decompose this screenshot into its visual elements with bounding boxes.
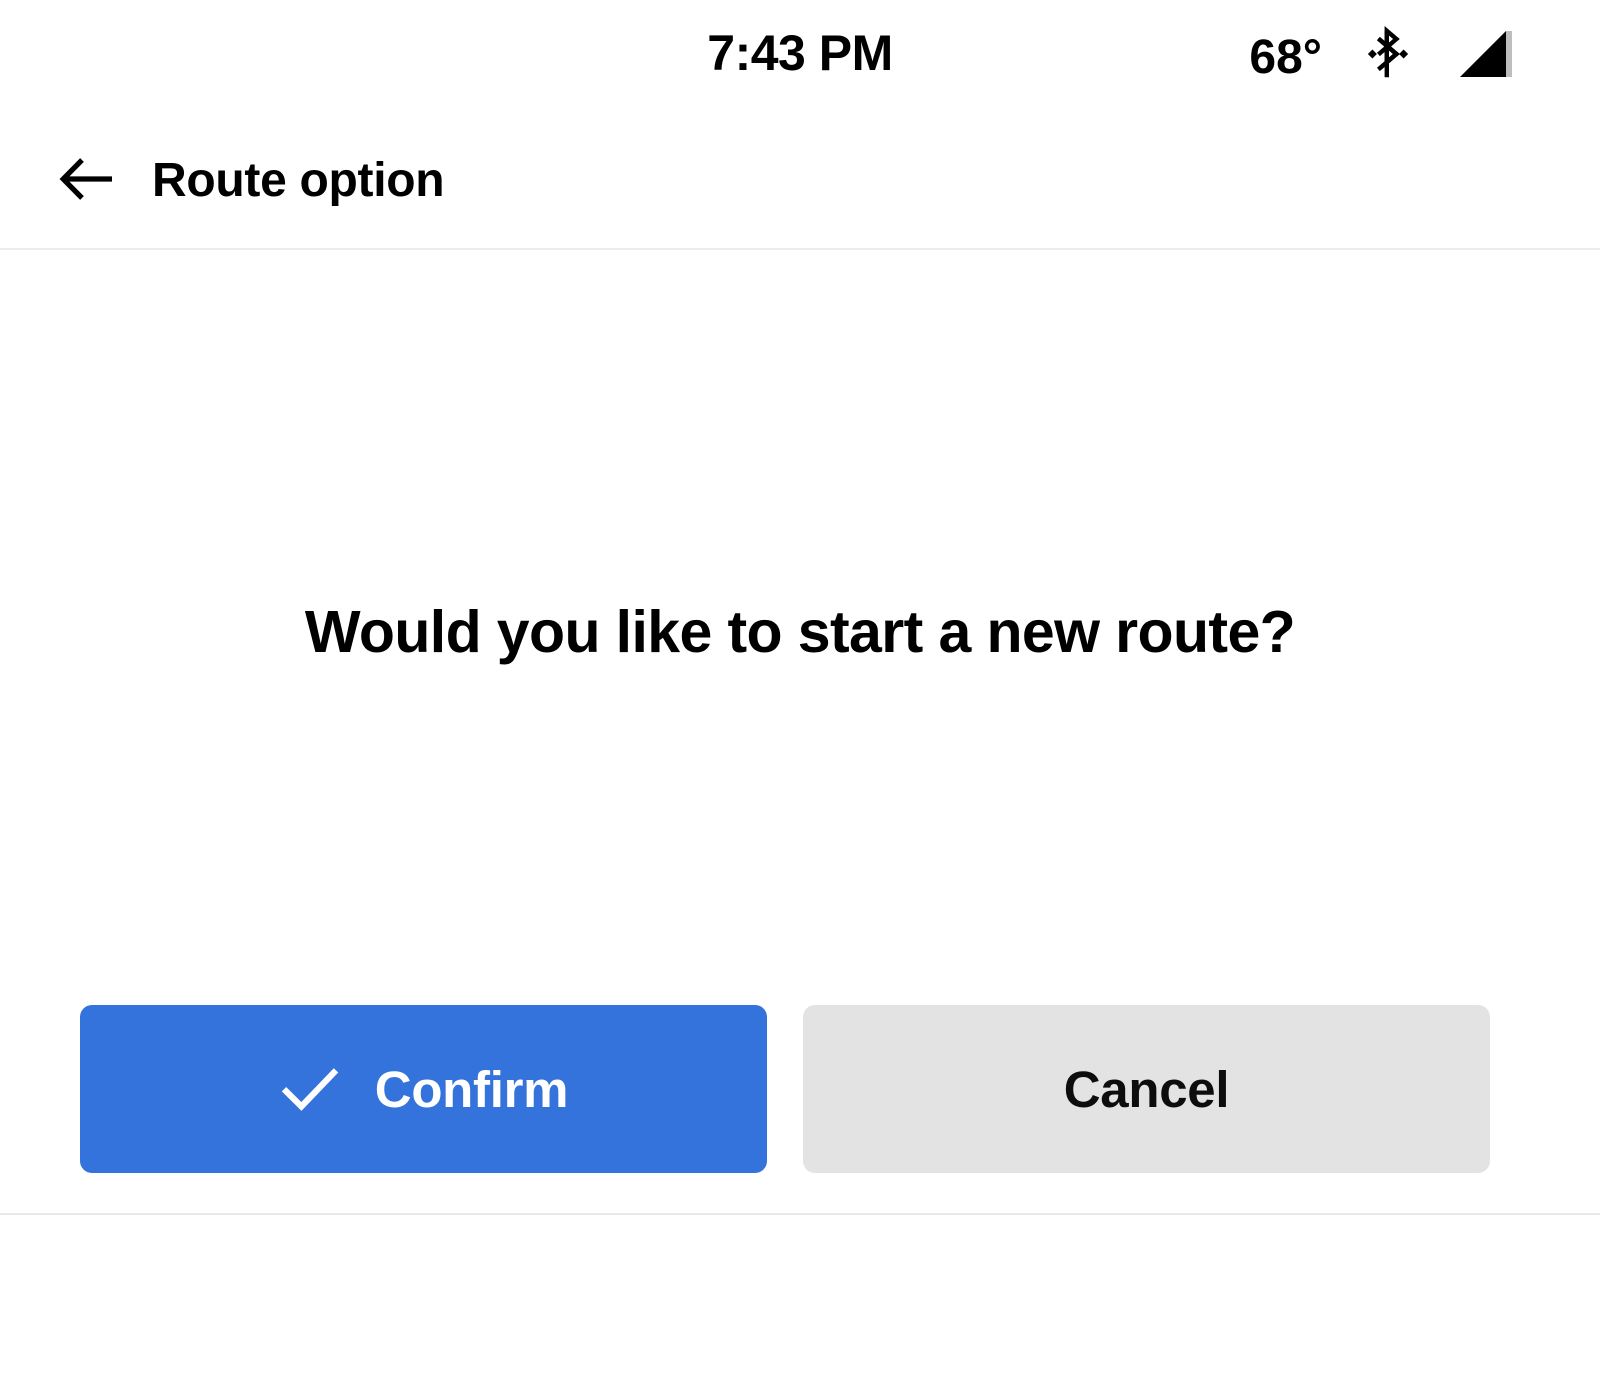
status-bar: 7:43 PM 68°	[0, 0, 1600, 112]
status-bar-indicators: 68°	[1249, 24, 1514, 89]
confirm-button[interactable]: Confirm	[80, 1005, 767, 1173]
cancel-button-label: Cancel	[1063, 1060, 1230, 1118]
climate-nav-bar: 72	[0, 1213, 1600, 1394]
page-title: Route option	[152, 154, 445, 207]
back-arrow-icon	[58, 155, 116, 208]
check-icon	[279, 1062, 341, 1117]
dialog-actions: Confirm Cancel	[80, 1005, 1490, 1173]
cellular-signal-icon	[1454, 25, 1514, 88]
outside-temperature: 68°	[1249, 31, 1322, 84]
cancel-button[interactable]: Cancel	[803, 1005, 1490, 1173]
bluetooth-icon	[1364, 24, 1412, 89]
dialog-content: Would you like to start a new route? Con…	[0, 250, 1600, 1213]
app-bar: Route option	[0, 112, 1600, 250]
dialog-question-text: Would you like to start a new route?	[304, 599, 1296, 665]
back-button[interactable]	[52, 146, 122, 216]
confirm-button-label: Confirm	[374, 1060, 569, 1118]
route-option-screen: 7:43 PM 68° Route option Would you like …	[0, 0, 1600, 1394]
